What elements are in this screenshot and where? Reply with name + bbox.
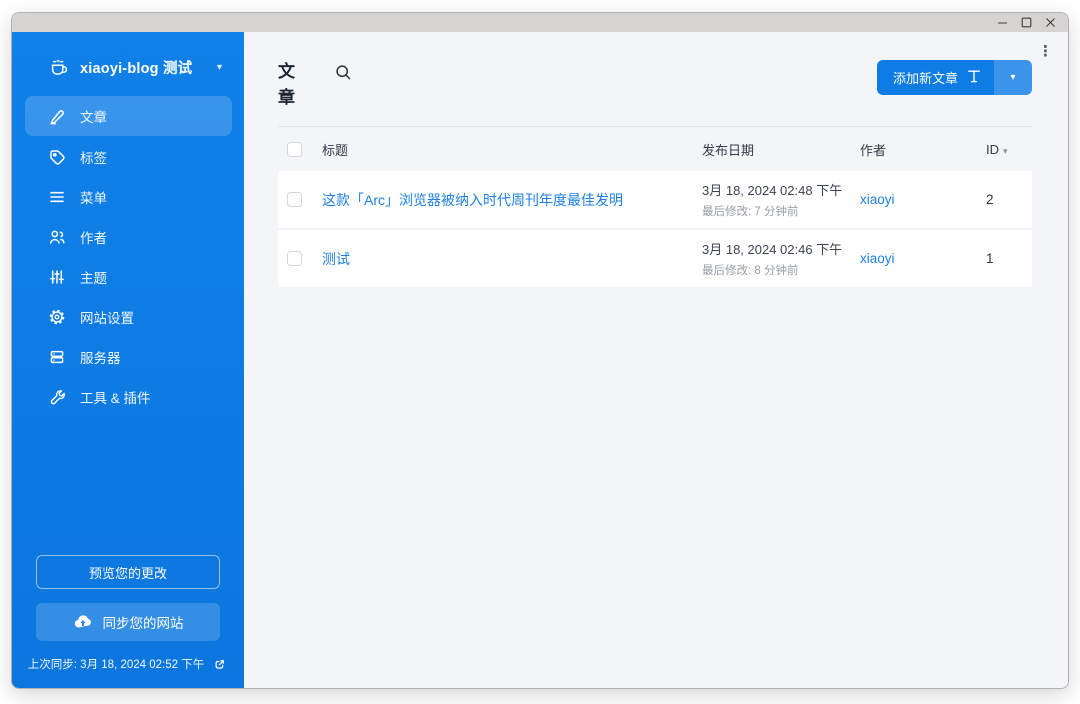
last-sync-status: 上次同步: 3月 18, 2024 02:52 下午: [12, 656, 244, 672]
post-id: 2: [986, 192, 994, 207]
sidebar-item-label: 工具 & 插件: [80, 387, 151, 407]
sidebar-item-tags[interactable]: 标签: [12, 137, 244, 177]
cloud-upload-icon: [73, 612, 93, 632]
wrench-icon: [48, 388, 66, 406]
sidebar-item-tools-plugins[interactable]: 工具 & 插件: [12, 377, 244, 417]
last-sync-text: 上次同步: 3月 18, 2024 02:52 下午: [28, 656, 204, 672]
sidebar-item-label: 主题: [80, 267, 107, 287]
sidebar-item-server[interactable]: 服务器: [12, 337, 244, 377]
add-new-post-main[interactable]: 添加新文章: [877, 60, 994, 95]
sidebar-item-label: 文章: [80, 106, 107, 126]
post-date: 3月 18, 2024 02:46 下午: [702, 239, 860, 258]
site-switcher[interactable]: xiaoyi-blog 测试 ▾: [12, 57, 244, 78]
minimize-icon[interactable]: [990, 13, 1014, 32]
sidebar-nav: 文章 标签: [12, 96, 244, 417]
column-header-id-label: ID: [986, 142, 999, 157]
site-name: xiaoyi-blog 测试: [80, 57, 205, 78]
server-icon: [48, 348, 66, 366]
add-new-post-dropdown[interactable]: ▾: [994, 60, 1032, 95]
main-content: ⋮ 文章 添加新文章: [244, 32, 1068, 688]
sidebar-item-themes[interactable]: 主题: [12, 257, 244, 297]
sidebar-item-label: 网站设置: [80, 307, 134, 327]
more-options-icon[interactable]: ⋮: [1038, 44, 1053, 59]
preview-changes-label: 预览您的更改: [89, 563, 167, 582]
sidebar-item-label: 标签: [80, 147, 107, 167]
add-text-icon: [967, 69, 981, 87]
post-title-link[interactable]: 这款「Arc」浏览器被纳入时代周刊年度最佳发明: [322, 190, 702, 210]
sort-desc-icon: ▾: [1003, 146, 1008, 156]
post-modified: 最后修改: 7 分钟前: [702, 203, 860, 219]
preview-changes-button[interactable]: 预览您的更改: [36, 555, 220, 589]
sidebar-item-authors[interactable]: 作者: [12, 217, 244, 257]
post-author-link[interactable]: xiaoyi: [860, 251, 895, 266]
sliders-icon: [48, 268, 66, 286]
sidebar-item-posts[interactable]: 文章: [25, 96, 232, 136]
users-icon: [48, 228, 66, 246]
post-author-link[interactable]: xiaoyi: [860, 192, 895, 207]
search-icon: [335, 69, 352, 84]
post-title-link[interactable]: 测试: [322, 249, 702, 269]
sidebar-item-label: 服务器: [80, 347, 121, 367]
chevron-down-icon: ▾: [217, 63, 222, 73]
select-all-checkbox[interactable]: [287, 142, 302, 157]
table-row[interactable]: 这款「Arc」浏览器被纳入时代周刊年度最佳发明 3月 18, 2024 02:4…: [278, 171, 1032, 228]
external-link-icon[interactable]: [210, 658, 228, 671]
window-titlebar: [12, 13, 1068, 32]
row-checkbox[interactable]: [287, 192, 302, 207]
sidebar: xiaoyi-blog 测试 ▾ 文章: [12, 32, 244, 688]
pencil-icon: [48, 107, 66, 125]
column-header-date[interactable]: 发布日期: [702, 140, 860, 159]
sync-website-label: 同步您的网站: [103, 612, 184, 632]
column-header-title[interactable]: 标题: [322, 140, 702, 159]
page-title: 文章: [278, 59, 300, 111]
post-modified: 最后修改: 8 分钟前: [702, 262, 860, 278]
table-row[interactable]: 测试 3月 18, 2024 02:46 下午 最后修改: 8 分钟前 xiao…: [278, 230, 1032, 287]
tag-icon: [48, 148, 66, 166]
sidebar-item-label: 菜单: [80, 187, 107, 207]
add-new-post-button[interactable]: 添加新文章 ▾: [877, 60, 1032, 95]
app-window: xiaoyi-blog 测试 ▾ 文章: [11, 12, 1069, 689]
sidebar-item-site-settings[interactable]: 网站设置: [12, 297, 244, 337]
post-id: 1: [986, 251, 994, 266]
add-new-post-label: 添加新文章: [893, 68, 958, 87]
menu-icon: [48, 188, 66, 206]
main-header: 文章 添加新文章: [278, 59, 1032, 111]
column-header-id[interactable]: ID ▾: [986, 142, 1032, 157]
cup-icon: [48, 58, 68, 78]
close-icon[interactable]: [1038, 13, 1062, 32]
sync-website-button[interactable]: 同步您的网站: [36, 603, 220, 641]
row-checkbox[interactable]: [287, 251, 302, 266]
column-header-author[interactable]: 作者: [860, 140, 986, 159]
post-date: 3月 18, 2024 02:48 下午: [702, 180, 860, 199]
sidebar-item-menus[interactable]: 菜单: [12, 177, 244, 217]
gear-icon: [48, 308, 66, 326]
table-header: 标题 发布日期 作者 ID ▾: [278, 127, 1032, 171]
chevron-down-icon: ▾: [1010, 73, 1015, 83]
sidebar-item-label: 作者: [80, 227, 107, 247]
maximize-icon[interactable]: [1014, 13, 1038, 32]
search-button[interactable]: [333, 62, 354, 86]
